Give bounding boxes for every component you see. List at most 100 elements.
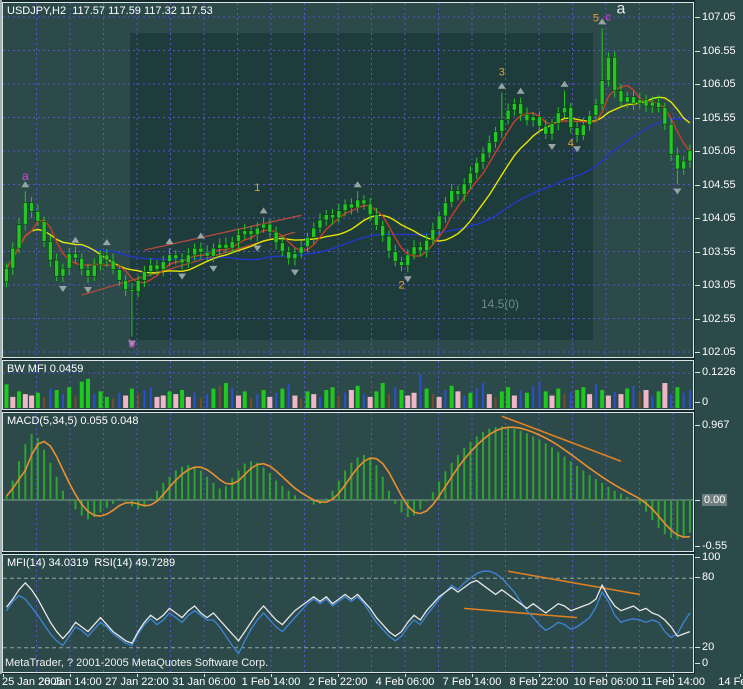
- bwmfi-bar: [633, 386, 635, 408]
- candle-body: [613, 57, 617, 90]
- bwmfi-bar: [644, 390, 649, 408]
- candle-body: [193, 248, 197, 255]
- candle-body: [23, 203, 27, 225]
- candle-body: [443, 203, 447, 216]
- bwmfi-label: BW MFI 0.0459: [7, 363, 83, 375]
- candle-body: [450, 191, 454, 203]
- candle-body: [462, 184, 466, 195]
- candle-body: [299, 247, 303, 254]
- axis-tick-label: 104.05: [702, 212, 736, 224]
- candle-body: [161, 262, 165, 270]
- date-label: 27 Jan 22:00: [105, 676, 169, 688]
- wave-label: a: [617, 3, 626, 18]
- bwmfi-bar: [651, 396, 653, 408]
- candle-body: [130, 290, 134, 292]
- bwmfi-bar: [338, 396, 340, 408]
- axis-tick-label: 100: [702, 551, 720, 563]
- candle-body: [625, 97, 629, 102]
- candle-body: [349, 204, 353, 208]
- axis-tick-label: 0.967: [702, 419, 730, 431]
- bwmfi-bar: [344, 393, 346, 408]
- panel-bwmfi-canvas[interactable]: [3, 361, 693, 409]
- bwmfi-bar: [93, 394, 95, 408]
- candle-body: [594, 105, 598, 116]
- bwmfi-bar: [587, 394, 592, 408]
- candle-body: [287, 252, 291, 259]
- bwmfi-bar: [374, 391, 378, 408]
- bwmfi-bar: [394, 387, 396, 408]
- bwmfi-bar: [288, 384, 290, 408]
- candle-body: [280, 243, 284, 252]
- candle-body: [67, 254, 71, 269]
- candle-body: [293, 254, 297, 259]
- axis-tick: [695, 352, 700, 353]
- candle-body: [669, 124, 673, 154]
- bwmfi-bar: [137, 394, 139, 408]
- bwmfi-bar: [614, 391, 616, 408]
- candle-body: [61, 268, 65, 276]
- rsi-trendline: [508, 571, 640, 594]
- panel-macd-canvas[interactable]: [3, 413, 693, 551]
- bwmfi-bar: [130, 389, 134, 408]
- bwmfi-bar: [639, 393, 641, 408]
- bwmfi-bar: [618, 394, 623, 408]
- bwmfi-bar: [581, 387, 585, 408]
- candle-body: [155, 265, 159, 270]
- bwmfi-bar: [349, 390, 354, 408]
- macd-indicator-panel[interactable]: MACD(5,34,5) 0.055 0.048: [2, 412, 694, 552]
- wave-label: a: [22, 169, 29, 183]
- candle-body: [663, 107, 667, 124]
- bwmfi-bar: [544, 391, 548, 408]
- bwmfi-bar: [105, 397, 109, 408]
- candle-body: [362, 200, 366, 204]
- bwmfi-indicator-panel[interactable]: BW MFI 0.0459: [2, 360, 694, 410]
- candle-body: [563, 107, 567, 112]
- mfi-rsi-indicator-panel[interactable]: MFI(14) 34.0319 RSI(14) 49.7289: [2, 554, 694, 673]
- candle-body: [406, 255, 410, 266]
- candle-body: [657, 102, 661, 107]
- date-label: 7 Feb 14:00: [443, 676, 502, 688]
- bwmfi-bar: [292, 396, 297, 408]
- bwmfi-bar: [173, 394, 178, 408]
- main-price-chart[interactable]: USDJPY,H2 117.57 117.59 117.32 117.53 ab…: [2, 2, 694, 358]
- axis-tick-label: 105.55: [702, 112, 736, 124]
- candle-body: [331, 215, 335, 218]
- wave-label: b: [129, 336, 136, 350]
- candle-body: [506, 110, 510, 119]
- bwmfi-bar: [305, 391, 309, 408]
- candle-body: [243, 231, 247, 235]
- axis-tick-label: 0: [702, 396, 708, 408]
- date-label: 11 Feb 14:00: [641, 676, 705, 688]
- date-label: 4 Feb 06:00: [376, 676, 435, 688]
- bwmfi-bar: [476, 389, 478, 408]
- bwmfi-bar: [200, 398, 202, 408]
- candle-body: [42, 221, 46, 241]
- bwmfi-bar: [425, 389, 429, 408]
- bwmfi-bar: [49, 389, 51, 408]
- bwmfi-bar: [118, 393, 120, 408]
- axis-tick: [695, 500, 700, 501]
- bwmfi-bar: [538, 382, 540, 408]
- bwmfi-bar: [5, 384, 9, 408]
- candle-body: [374, 215, 378, 226]
- bwmfi-bar: [180, 390, 184, 408]
- bwmfi-bar: [670, 394, 672, 408]
- panel-rsi-canvas[interactable]: [3, 555, 693, 672]
- candle-body: [168, 255, 172, 262]
- bwmfi-bar: [23, 394, 28, 408]
- macd-signal-line: [7, 427, 690, 537]
- bwmfi-bar: [186, 397, 191, 408]
- candle-body: [17, 225, 21, 248]
- bwmfi-bar: [80, 382, 84, 408]
- mfi-rsi-label: MFI(14) 34.0319 RSI(14) 49.7289: [7, 557, 175, 569]
- panel-main-canvas[interactable]: ab12345ca14.5(0): [3, 3, 693, 357]
- bwmfi-bar: [300, 398, 302, 408]
- candle-body: [92, 265, 96, 276]
- bwmfi-bar: [324, 390, 328, 408]
- axis-tick: [695, 577, 700, 578]
- wave-label: 3: [499, 66, 505, 78]
- axis-tick-label: 102.55: [702, 313, 736, 325]
- bwmfi-bar: [556, 389, 560, 408]
- axis-tick: [695, 663, 700, 664]
- candle-body: [343, 204, 347, 211]
